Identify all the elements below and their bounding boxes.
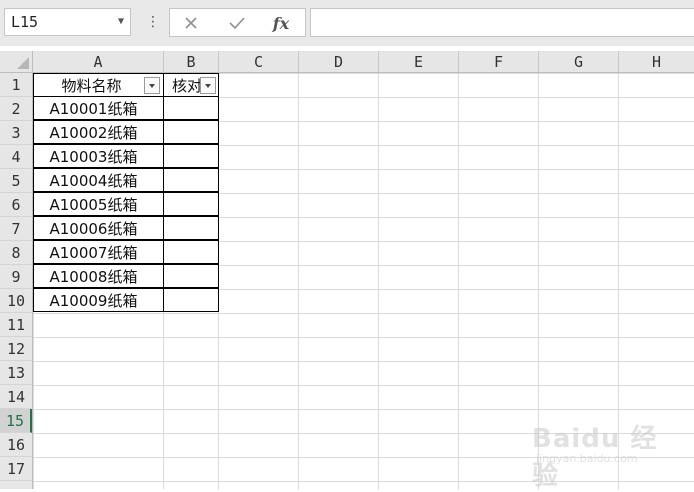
table-cell-b[interactable]: [163, 192, 219, 216]
row-header-12[interactable]: 12: [0, 337, 32, 361]
name-box[interactable]: L15 ▼: [4, 8, 131, 36]
table-cell-b[interactable]: [163, 264, 219, 288]
row-header-2[interactable]: 2: [0, 97, 32, 121]
formula-input[interactable]: [310, 8, 694, 37]
insert-function-button[interactable]: fx: [270, 12, 292, 34]
column-header-b[interactable]: B: [164, 51, 219, 72]
header-label: 物料名称: [61, 77, 122, 95]
gridline: [458, 73, 459, 489]
table-cell-b[interactable]: [163, 96, 219, 120]
table-cell-a[interactable]: A10009纸箱: [33, 288, 164, 312]
table-cell-a[interactable]: A10003纸箱: [33, 144, 164, 168]
row-header-7[interactable]: 7: [0, 217, 32, 241]
header-cell-b1[interactable]: 核对: [163, 73, 219, 97]
watermark-url: jingyan.baidu.com: [536, 452, 638, 465]
gridline: [298, 73, 299, 489]
table-cell-b[interactable]: [163, 144, 219, 168]
table-cell-a[interactable]: A10008纸箱: [33, 264, 164, 288]
column-header-f[interactable]: F: [459, 51, 539, 72]
select-all-button[interactable]: [0, 51, 33, 73]
table-cell-b[interactable]: [163, 120, 219, 144]
column-header-g[interactable]: G: [539, 51, 619, 72]
row-header-3[interactable]: 3: [0, 121, 32, 145]
dropdown-arrow-icon: [205, 83, 211, 88]
dropdown-arrow-icon: [149, 83, 155, 88]
table-cell-a[interactable]: A10002纸箱: [33, 120, 164, 144]
column-header-a[interactable]: A: [33, 51, 164, 72]
column-header-d[interactable]: D: [299, 51, 379, 72]
table-cell-a[interactable]: A10001纸箱: [33, 96, 164, 120]
row-header-9[interactable]: 9: [0, 265, 32, 289]
table-cell-a[interactable]: A10006纸箱: [33, 216, 164, 240]
formula-buttons: fx: [169, 8, 306, 37]
column-header-e[interactable]: E: [379, 51, 459, 72]
row-header-10[interactable]: 10: [0, 289, 32, 313]
row-header-15[interactable]: 15: [0, 409, 32, 433]
row-headers: 1 2 3 4 5 6 7 8 9 10 11 12 13 14 15 16 1…: [0, 73, 33, 489]
column-header-h[interactable]: H: [619, 51, 694, 72]
row-header-17[interactable]: 17: [0, 457, 32, 481]
check-icon[interactable]: [226, 12, 248, 34]
row-header-1[interactable]: 1: [0, 73, 32, 97]
row-header-6[interactable]: 6: [0, 193, 32, 217]
header-label: 核对: [172, 77, 203, 95]
name-box-value: L15: [11, 13, 39, 31]
table-cell-b[interactable]: [163, 240, 219, 264]
chevron-down-icon[interactable]: ▼: [118, 9, 124, 35]
table-cell-a[interactable]: A10005纸箱: [33, 192, 164, 216]
row-header-4[interactable]: 4: [0, 145, 32, 169]
table-cell-b[interactable]: [163, 168, 219, 192]
cancel-icon[interactable]: [180, 12, 202, 34]
filter-dropdown-button[interactable]: [200, 77, 216, 94]
more-options-icon[interactable]: ⋮: [146, 14, 160, 30]
table-cell-b[interactable]: [163, 288, 219, 312]
column-headers: A B C D E F G H: [33, 51, 694, 73]
row-header-14[interactable]: 14: [0, 385, 32, 409]
row-header-16[interactable]: 16: [0, 433, 32, 457]
header-cell-a1[interactable]: 物料名称: [33, 73, 164, 97]
filter-dropdown-button[interactable]: [144, 77, 160, 94]
formula-bar: L15 ▼ ⋮ fx: [0, 0, 694, 46]
watermark: Baidu 经验 jingyan.baidu.com: [532, 412, 682, 491]
table-cell-b[interactable]: [163, 216, 219, 240]
row-header-8[interactable]: 8: [0, 241, 32, 265]
row-header-5[interactable]: 5: [0, 169, 32, 193]
column-header-c[interactable]: C: [219, 51, 299, 72]
select-all-triangle-icon: [17, 57, 29, 69]
gridline: [378, 73, 379, 489]
row-header-11[interactable]: 11: [0, 313, 32, 337]
row-header-13[interactable]: 13: [0, 361, 32, 385]
table-cell-a[interactable]: A10007纸箱: [33, 240, 164, 264]
table-cell-a[interactable]: A10004纸箱: [33, 168, 164, 192]
